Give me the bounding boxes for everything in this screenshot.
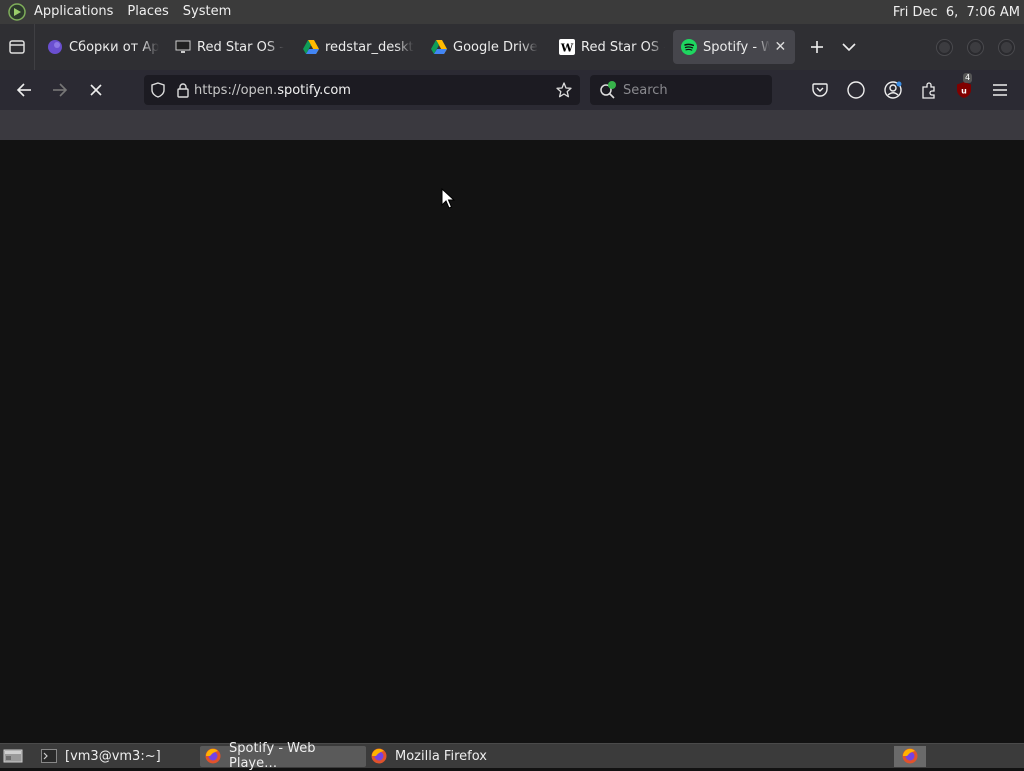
taskbar-item-terminal[interactable]: [vm3@vm3:~] [36, 746, 198, 767]
taskbar-item-firefox[interactable]: Mozilla Firefox [366, 746, 532, 767]
clock[interactable]: Fri Dec 6, 7:06 AM [893, 5, 1020, 20]
firefox-view-button[interactable] [0, 24, 35, 70]
firefox-view-icon [9, 40, 25, 54]
tab-spotify[interactable]: Spotify - W ✕ [673, 30, 795, 64]
bookmarks-toolbar [0, 110, 1024, 140]
maximize-button[interactable] [968, 39, 983, 55]
url-text[interactable]: https://open.spotify.com [194, 83, 550, 98]
close-window-button[interactable] [999, 39, 1014, 55]
web-page-content[interactable] [0, 140, 1024, 743]
ublock-shield-icon: u [957, 82, 971, 98]
firefox-icon [902, 748, 918, 764]
new-tab-button[interactable] [801, 30, 833, 64]
chevron-down-icon [842, 43, 856, 52]
google-drive-icon [303, 39, 319, 55]
url-bar[interactable]: https://open.spotify.com [144, 75, 580, 105]
spotify-icon [681, 39, 697, 55]
purple-app-icon [47, 39, 63, 55]
taskbar-item-spotify[interactable]: Spotify - Web Playe… [200, 741, 366, 771]
monitor-icon [175, 39, 191, 55]
pocket-button[interactable] [808, 78, 832, 102]
search-placeholder: Search [623, 82, 668, 98]
svg-text:W: W [560, 42, 574, 55]
arrow-left-icon [16, 83, 31, 97]
menu-applications[interactable]: Applications [27, 0, 120, 24]
google-drive-icon [431, 39, 447, 55]
tab-red-star-os-1[interactable]: Red Star OS - [167, 30, 295, 64]
svg-text:u: u [961, 87, 967, 96]
top-panel: Applications Places System Fri Dec 6, 7:… [0, 0, 1024, 24]
hamburger-menu-icon [993, 84, 1007, 96]
url-host: spotify.com [277, 82, 351, 98]
bottom-taskbar: [vm3@vm3:~] Spotify - Web Playe… Mozilla… [0, 741, 1024, 771]
account-icon [884, 81, 902, 99]
firefox-icon [371, 748, 387, 764]
extensions-button[interactable] [917, 78, 941, 102]
tab-redstar-desktop[interactable]: redstar_deskt [295, 30, 423, 64]
forward-button[interactable] [42, 74, 78, 106]
pocket-icon [812, 82, 828, 97]
tracking-protection-shield-icon[interactable] [144, 82, 172, 98]
back-button[interactable] [6, 74, 42, 106]
stop-loading-button[interactable] [78, 74, 114, 106]
bookmark-star-icon[interactable] [550, 82, 578, 98]
close-tab-icon[interactable]: ✕ [774, 39, 787, 55]
app-menu-button[interactable] [988, 78, 1012, 102]
puzzle-piece-icon [922, 82, 935, 99]
tab-google-drive[interactable]: Google Drive [423, 30, 551, 64]
ublock-origin-button[interactable]: u 4 [952, 73, 976, 102]
menu-system[interactable]: System [176, 0, 238, 24]
wikipedia-icon: W [559, 39, 575, 55]
tab-label: Red Star OS - [581, 39, 665, 55]
tab-label: Spotify - W [703, 39, 770, 55]
tab-sborki[interactable]: Сборки от Ар [39, 30, 167, 64]
plus-icon [811, 41, 823, 53]
show-desktop-icon [3, 749, 23, 763]
circle-icon [847, 81, 865, 99]
menu-places[interactable]: Places [120, 0, 175, 24]
workspace-switcher[interactable] [894, 745, 926, 767]
arrow-right-icon [53, 83, 68, 97]
extension-badge: 4 [963, 73, 973, 83]
terminal-icon [41, 748, 57, 764]
tab-label: Google Drive [453, 39, 538, 55]
tab-label: redstar_deskt [325, 39, 414, 55]
taskbar-item-label: Mozilla Firefox [395, 748, 487, 764]
lock-icon[interactable] [172, 82, 194, 98]
list-all-tabs-button[interactable] [833, 30, 865, 64]
show-desktop-button[interactable] [2, 746, 24, 766]
tab-strip: Сборки от Ар Red Star OS - redstar_deskt… [0, 24, 1024, 70]
search-box[interactable]: Search [590, 75, 772, 105]
tab-label: Сборки от Ар [69, 39, 159, 55]
taskbar-item-label: [vm3@vm3:~] [65, 748, 161, 764]
taskbar-item-label: Spotify - Web Playe… [229, 741, 316, 771]
firefox-icon [205, 748, 221, 764]
minimize-button[interactable] [937, 39, 952, 55]
tab-label: Red Star OS - [197, 39, 284, 55]
stop-x-icon [90, 84, 102, 96]
distro-logo-icon[interactable] [8, 3, 26, 21]
tab-red-star-os-2[interactable]: W Red Star OS - [551, 30, 673, 64]
extension-circle-button[interactable] [844, 78, 868, 102]
url-prefix: https://open. [194, 82, 278, 98]
account-button[interactable] [881, 78, 905, 102]
mouse-pointer-icon [441, 188, 455, 209]
search-engine-icon[interactable] [599, 81, 619, 99]
navigation-toolbar: https://open.spotify.com Search u 4 [0, 70, 1024, 110]
